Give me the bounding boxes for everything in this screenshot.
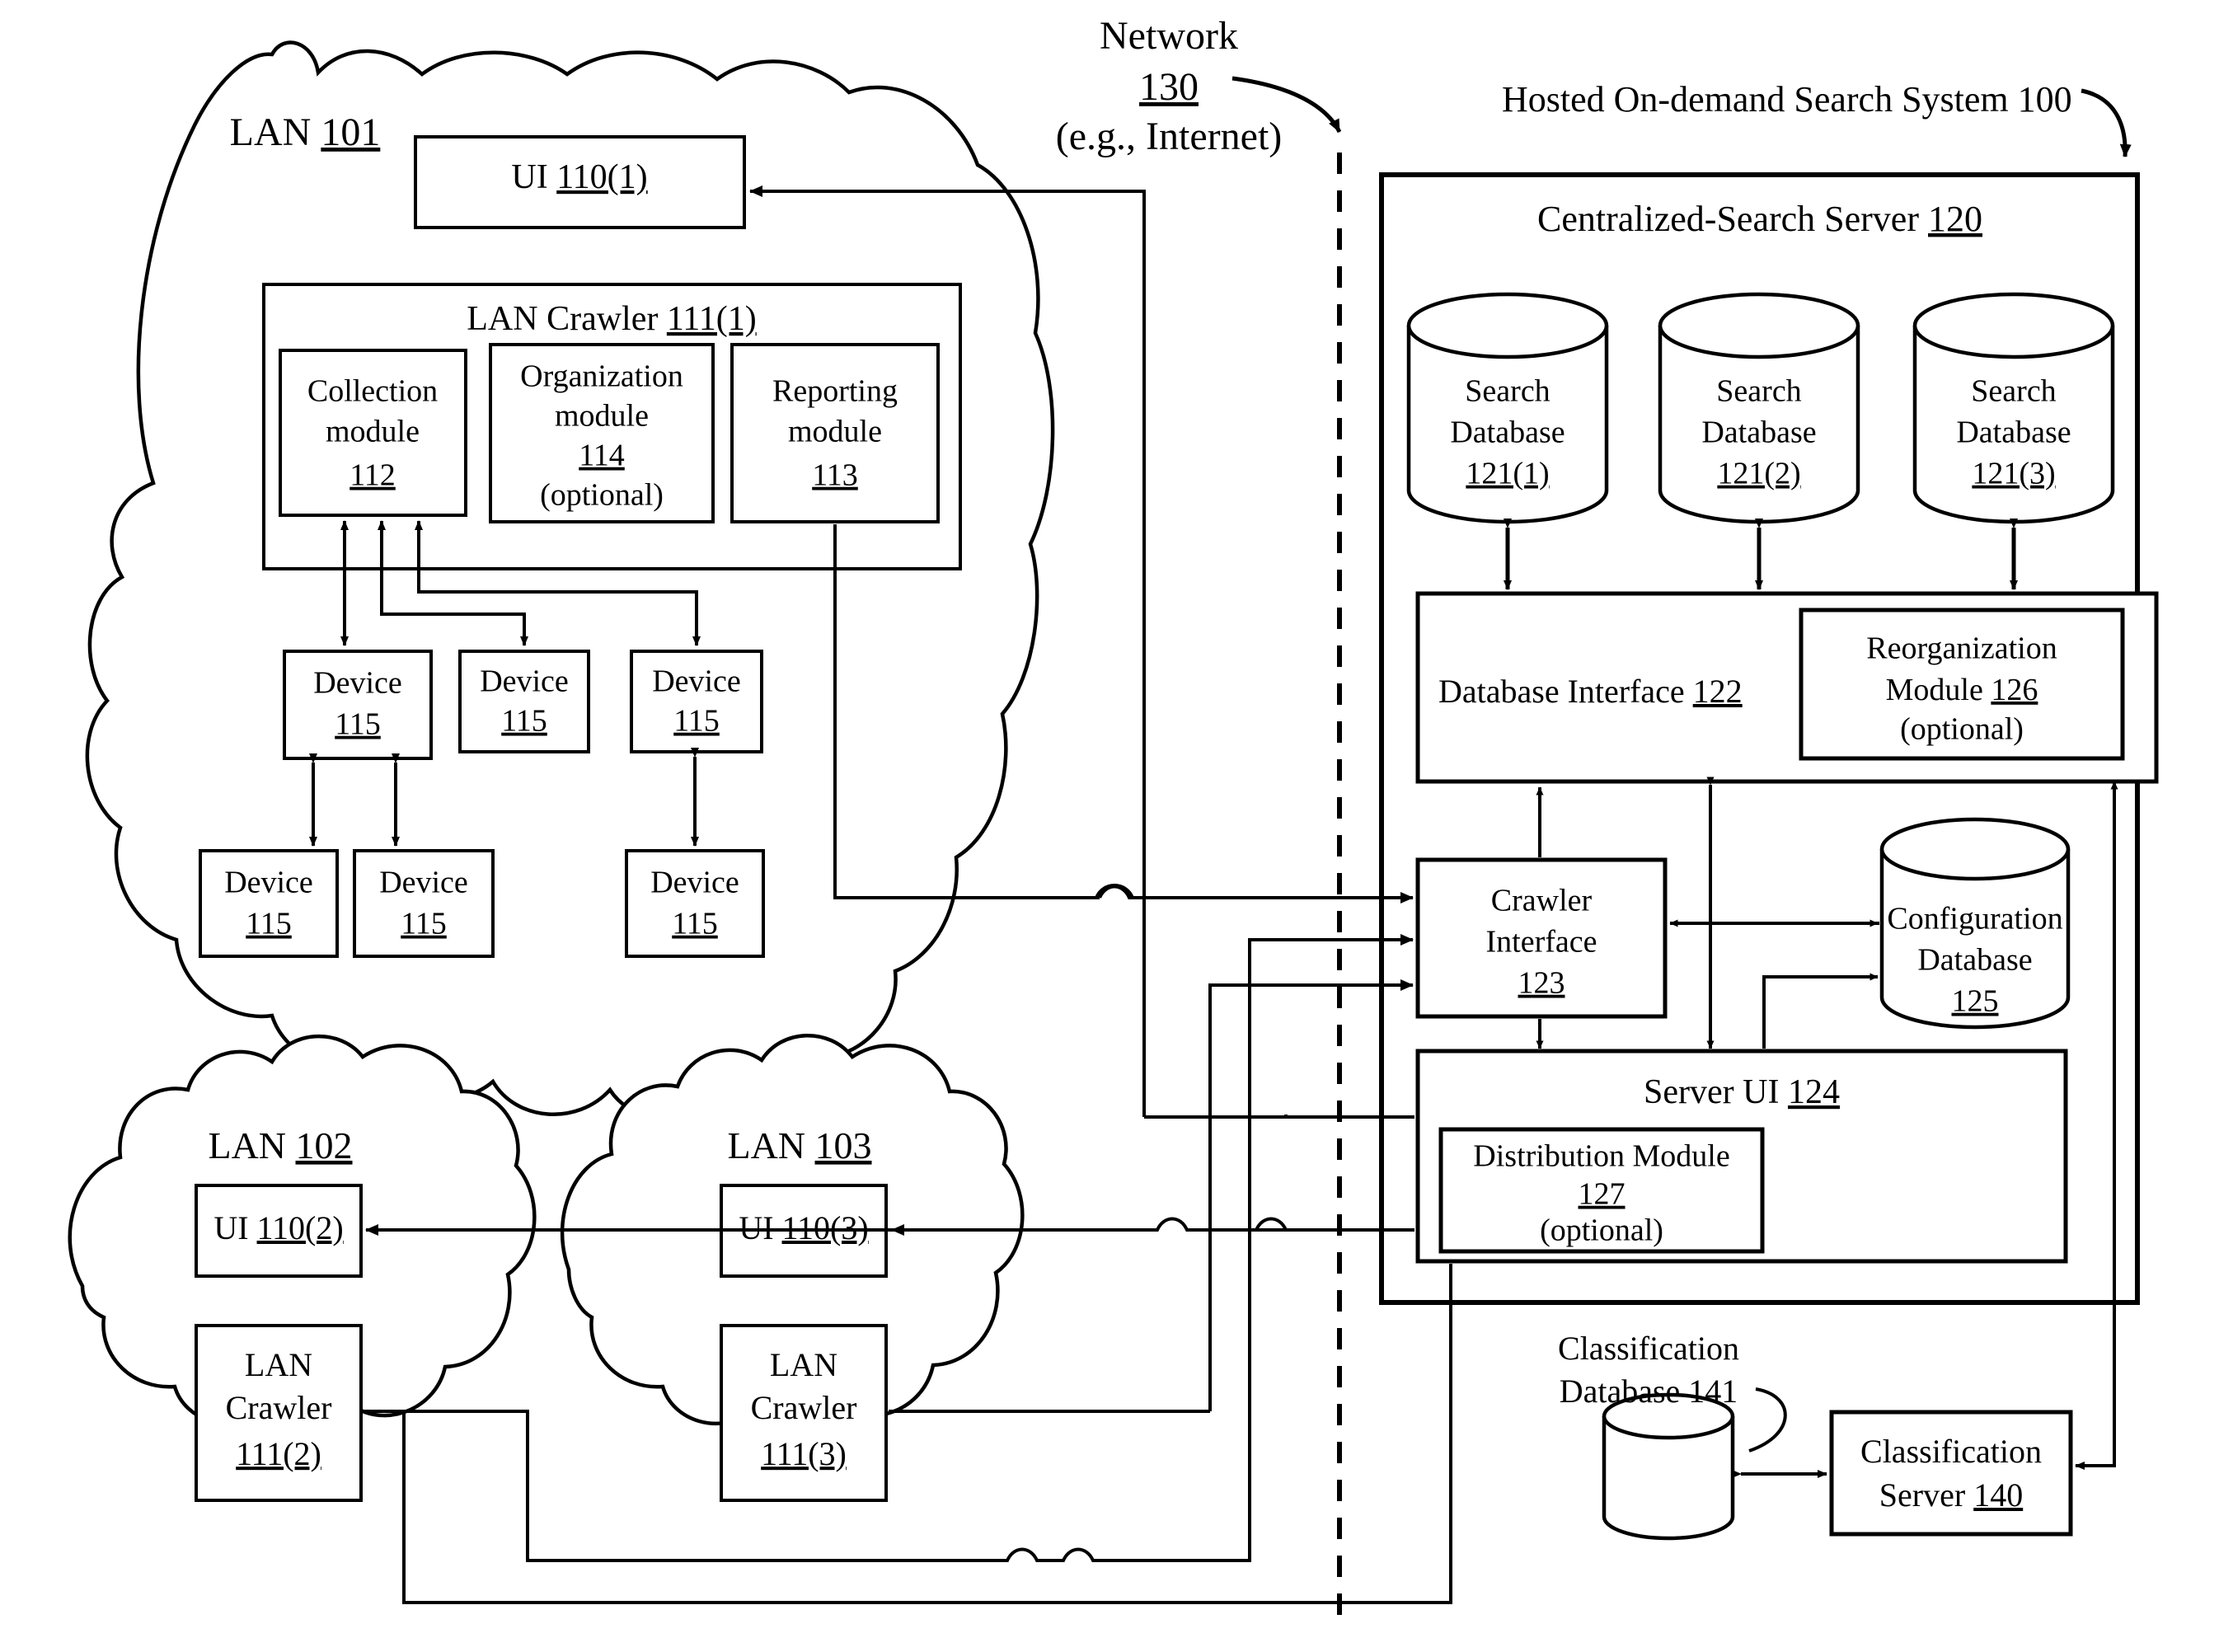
organization-module-optional: (optional) [540,478,664,513]
reorg-module-line2: Module 126 [1886,673,2038,707]
distribution-module-line1: Distribution Module [1473,1139,1729,1174]
ui-110-3-label: UI 110(3) [739,1209,868,1246]
classification-database-141[interactable] [1602,1392,1735,1541]
network-line1: Network [1100,14,1238,58]
lan-crawler-111-2-line2: Crawler [226,1389,332,1426]
lan-crawler-111-3-num: 111(3) [761,1435,847,1472]
config-db-line1: Configuration [1887,902,2062,936]
organization-module-line1: Organization [520,359,683,394]
collection-module-line2: module [326,415,420,449]
device-num: 115 [335,707,381,742]
device-115-row2-a[interactable]: Device 115 [199,849,339,958]
device-115-row1-b[interactable]: Device 115 [458,650,590,753]
search-database-121-3[interactable]: Search Database 121(3) [1912,292,2115,524]
search-db-line2: Database [1956,415,2071,450]
device-num: 115 [246,907,292,941]
ui-110-1-label: UI 110(1) [511,158,647,196]
search-db-line1: Search [1716,374,1801,409]
ui-110-1-box[interactable]: UI 110(1) [414,135,746,229]
config-db-num: 125 [1952,984,1999,1019]
reporting-module-num: 113 [812,458,858,493]
device-label: Device [650,866,739,900]
device-115-row2-b[interactable]: Device 115 [353,849,495,958]
crawler-interface-line2: Interface [1486,925,1597,960]
device-label: Device [652,664,741,699]
server-ui-124-label: Server UI 124 [1644,1073,1840,1111]
organization-module-num: 114 [579,439,625,473]
figure-canvas: LAN 101 UI 110(1) LAN Crawler 111(1) Col… [0,0,2219,1652]
search-db-num: 121(3) [1972,457,2055,491]
device-label: Device [313,666,402,701]
search-database-121-1[interactable]: Search Database 121(1) [1406,292,1609,524]
classification-server-line1: Classification [1860,1433,2042,1470]
organization-module-line2: module [555,399,649,434]
lan-crawler-111-3-box[interactable]: LAN Crawler 111(3) [720,1324,888,1502]
configuration-database-125[interactable]: Configuration Database 125 [1879,817,2071,1030]
reorg-module-optional: (optional) [1900,712,2024,747]
distribution-module-num: 127 [1579,1177,1626,1212]
distribution-module-optional: (optional) [1540,1213,1663,1248]
reporting-module-line1: Reporting [772,374,898,409]
lan-crawler-111-3-line2: Crawler [751,1389,857,1426]
distribution-module-127-box[interactable]: Distribution Module 127 (optional) [1438,1127,1765,1254]
reporting-module-line2: module [788,415,882,449]
device-115-row1-c[interactable]: Device 115 [630,650,763,753]
search-db-num: 121(2) [1717,457,1800,491]
classification-db-label-line2: Database 141 [1560,1373,1738,1410]
lan-101-title: LAN 101 [230,110,381,154]
ui-110-2-box[interactable]: UI 110(2) [195,1184,363,1278]
classification-server-140-box[interactable]: Classification Server 140 [1829,1410,2073,1537]
device-num: 115 [501,704,547,739]
collection-module-num: 112 [350,458,396,493]
reporting-module-113-box[interactable]: Reporting module 113 [730,343,940,523]
lan-crawler-111-2-box[interactable]: LAN Crawler 111(2) [195,1324,363,1502]
reorganization-module-126-box[interactable]: Reorganization Module 126 (optional) [1799,608,2125,761]
network-line3: (e.g., Internet) [1056,115,1283,158]
device-label: Device [224,866,313,900]
device-115-row2-c[interactable]: Device 115 [625,849,765,958]
collection-module-line1: Collection [307,374,438,409]
system-100-text: Hosted On-demand Search System 100 [1502,79,2072,120]
search-db-line2: Database [1701,415,1816,450]
search-database-121-2[interactable]: Search Database 121(2) [1658,292,1860,524]
search-db-line2: Database [1450,415,1565,450]
search-db-line1: Search [1971,374,2056,409]
classification-server-line2: Server 140 [1879,1476,2023,1514]
crawler-interface-num: 123 [1518,966,1565,1001]
collection-module-112-box[interactable]: Collection module 112 [279,349,467,517]
crawler-interface-line1: Crawler [1491,884,1593,918]
config-db-line2: Database [1917,943,2032,978]
device-num: 115 [672,907,718,941]
ui-110-2-label: UI 110(2) [213,1209,343,1246]
centralized-search-server-title: Centralized-Search Server 120 [1537,199,1982,239]
device-label: Device [480,664,569,699]
database-interface-122-label: Database Interface 122 [1438,673,1743,710]
lan-crawler-111-3-line1: LAN [770,1346,837,1383]
device-num: 115 [673,704,720,739]
search-db-line1: Search [1465,374,1550,409]
lan-crawler-111-1-label: LAN Crawler 111(1) [467,300,756,338]
device-115-row1-a[interactable]: Device 115 [283,650,433,760]
network-line2: 130 [1139,65,1199,109]
classification-db-label-line1: Classification [1558,1330,1739,1367]
lan-102-title: LAN 102 [208,1124,352,1166]
lan-crawler-111-2-num: 111(2) [236,1435,321,1472]
lan-103-title: LAN 103 [727,1124,871,1166]
organization-module-114-box[interactable]: Organization module 114 (optional) [489,343,715,523]
lan-crawler-111-2-line1: LAN [245,1346,312,1383]
search-db-num: 121(1) [1466,457,1549,491]
crawler-interface-123-box[interactable]: Crawler Interface 123 [1415,857,1668,1019]
device-num: 115 [401,907,447,941]
device-label: Device [379,866,468,900]
reorg-module-line1: Reorganization [1866,631,2057,666]
